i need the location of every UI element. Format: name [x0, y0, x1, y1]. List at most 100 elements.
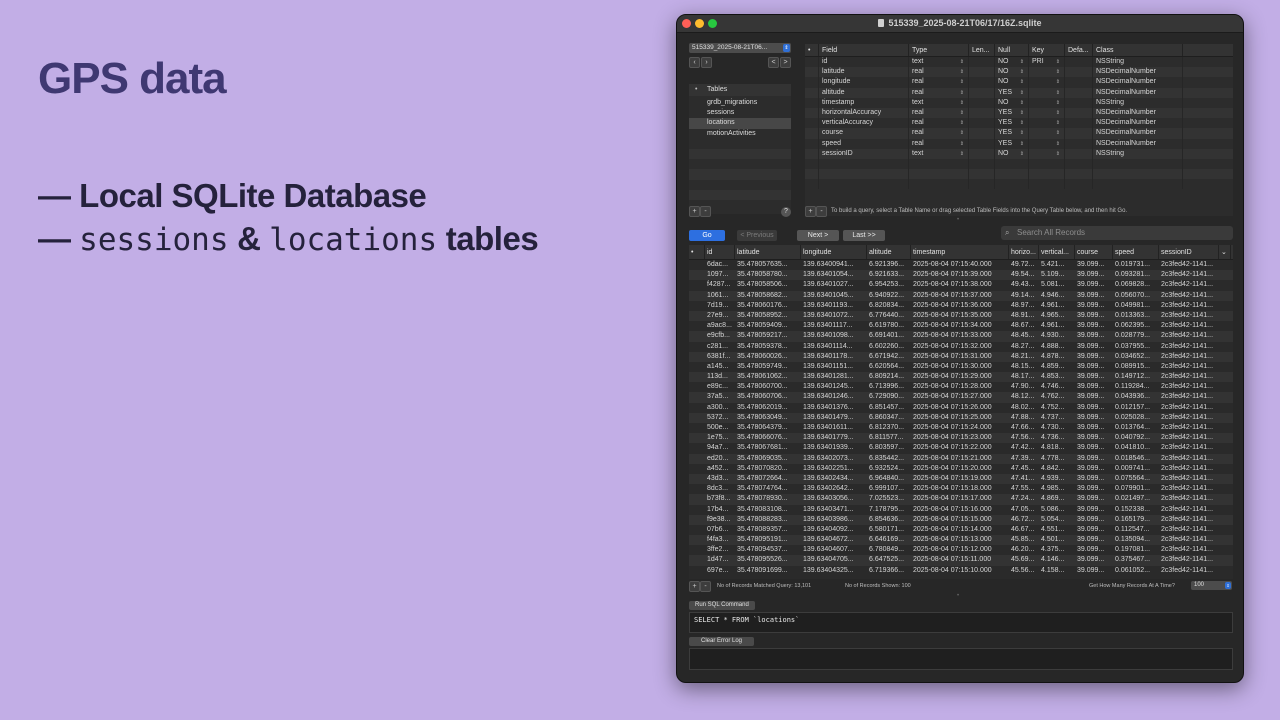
schema-cell[interactable]: longitude — [819, 77, 909, 88]
schema-cell[interactable]: NO ⇕ — [995, 67, 1029, 78]
grid-cell[interactable]: 0.013764... — [1113, 423, 1159, 433]
schema-cell[interactable] — [1093, 169, 1183, 180]
grid-cell[interactable]: 0.037955... — [1113, 342, 1159, 352]
grid-cell[interactable]: 5.086... — [1039, 505, 1075, 515]
schema-cell[interactable]: NSString — [1093, 57, 1183, 68]
grid-cell[interactable]: a452... — [705, 464, 735, 474]
go-button[interactable]: Go — [689, 230, 725, 241]
table-row[interactable]: 500e... 35.478064379... 139.63401611... 6.8… — [689, 423, 1233, 433]
grid-column-header[interactable]: timestamp — [911, 245, 1009, 259]
grid-cell[interactable]: 139.63401117... — [801, 321, 867, 331]
grid-cell[interactable]: 6.780849... — [867, 545, 911, 555]
schema-cell[interactable]: NO ⇕ — [995, 148, 1029, 159]
grid-cell[interactable]: 2025-08-04 07:15:24.000 — [911, 423, 1009, 433]
schema-cell[interactable] — [819, 179, 909, 190]
grid-cell[interactable]: 6.647525... — [867, 555, 911, 565]
grid-cell[interactable]: 0.019731... — [1113, 260, 1159, 270]
grid-cell[interactable]: 139.63404092... — [801, 525, 867, 535]
grid-cell[interactable]: 0.049981... — [1113, 301, 1159, 311]
grid-cell[interactable]: 6.713996... — [867, 382, 911, 392]
grid-cell[interactable]: 35.478083108... — [735, 505, 801, 515]
schema-row[interactable]: course real ⇕ YES ⇕ ⇕ NSDecimalNumber — [805, 128, 1233, 139]
grid-cell[interactable]: 6.835442... — [867, 454, 911, 464]
database-select[interactable]: 515339_2025-08-21T06... ⇕ — [689, 43, 791, 53]
grid-cell[interactable]: 0.062395... — [1113, 321, 1159, 331]
grid-cell[interactable]: 2025-08-04 07:15:33.000 — [911, 331, 1009, 341]
grid-cell[interactable]: 39.099... — [1075, 392, 1113, 402]
grid-cell[interactable]: 39.099... — [1075, 464, 1113, 474]
grid-cell[interactable]: 35.478069035... — [735, 454, 801, 464]
grid-cell[interactable]: 0.056070... — [1113, 291, 1159, 301]
grid-cell[interactable]: 6.812370... — [867, 423, 911, 433]
grid-cell[interactable]: 139.63401245... — [801, 382, 867, 392]
grid-cell[interactable]: 46.20... — [1009, 545, 1039, 555]
schema-cell[interactable]: NSDecimalNumber — [1093, 77, 1183, 88]
grid-cell[interactable]: 6.854636... — [867, 515, 911, 525]
grid-cell[interactable]: c281... — [705, 342, 735, 352]
schema-row[interactable] — [805, 158, 1233, 170]
table-row[interactable]: 6dac... 35.478057635... 139.63400941... 6.9… — [689, 260, 1233, 270]
grid-cell[interactable]: 4.551... — [1039, 525, 1075, 535]
schema-cell[interactable]: real ⇕ — [909, 128, 969, 139]
grid-cell[interactable]: 0.043936... — [1113, 392, 1159, 402]
grid-cell[interactable]: 49.54... — [1009, 270, 1039, 280]
grid-cell[interactable]: 4.375... — [1039, 545, 1075, 555]
schema-cell[interactable] — [969, 179, 995, 190]
grid-cell[interactable]: 7.025523... — [867, 494, 911, 504]
back-button[interactable]: ‹ — [689, 57, 700, 68]
grid-cell[interactable]: 94a7... — [705, 443, 735, 453]
table-row[interactable]: 1097... 35.478058780... 139.63401054... 6.9… — [689, 270, 1233, 281]
schema-cell[interactable] — [1093, 158, 1183, 170]
grid-cell[interactable]: 139.63401045... — [801, 291, 867, 301]
grid-cell[interactable]: 4.965... — [1039, 311, 1075, 321]
grid-cell[interactable]: 39.099... — [1075, 291, 1113, 301]
grid-cell[interactable]: 2025-08-04 07:15:35.000 — [911, 311, 1009, 321]
grid-cell[interactable]: 2c3fed42-1141... — [1159, 413, 1219, 423]
grid-cell[interactable]: 0.089915... — [1113, 362, 1159, 372]
schema-cell[interactable]: ⇕ — [1029, 107, 1065, 119]
grid-cell[interactable]: 2c3fed42-1141... — [1159, 494, 1219, 504]
grid-cell[interactable]: 35.478074764... — [735, 484, 801, 494]
grid-cell[interactable]: 39.099... — [1075, 403, 1113, 413]
add-field-button[interactable]: + — [805, 206, 816, 217]
grid-column-header[interactable]: sessionID — [1159, 245, 1219, 259]
schema-cell[interactable]: latitude — [819, 67, 909, 78]
schema-cell[interactable] — [819, 158, 909, 170]
history-forward-button[interactable]: > — [780, 57, 791, 68]
schema-cell[interactable] — [1065, 138, 1093, 149]
grid-cell[interactable]: 2c3fed42-1141... — [1159, 464, 1219, 474]
grid-cell[interactable]: 2c3fed42-1141... — [1159, 392, 1219, 402]
grid-cell[interactable]: 2025-08-04 07:15:28.000 — [911, 382, 1009, 392]
grid-cell[interactable]: 4.752... — [1039, 403, 1075, 413]
schema-cell[interactable] — [1093, 179, 1183, 190]
grid-cell[interactable]: 2c3fed42-1141... — [1159, 474, 1219, 484]
grid-cell[interactable]: 4.869... — [1039, 494, 1075, 504]
grid-cell[interactable]: 6.619780... — [867, 321, 911, 331]
schema-cell[interactable]: ⇕ — [1029, 128, 1065, 139]
grid-cell[interactable]: 139.63401611... — [801, 423, 867, 433]
grid-cell[interactable]: e89c... — [705, 382, 735, 392]
grid-cell[interactable]: 4.746... — [1039, 382, 1075, 392]
grid-cell[interactable]: 139.63404672... — [801, 535, 867, 545]
grid-cell[interactable]: 39.099... — [1075, 331, 1113, 341]
grid-cell[interactable]: 35.478057635... — [735, 260, 801, 270]
schema-cell[interactable]: NSString — [1093, 148, 1183, 159]
grid-cell[interactable]: 6.940922... — [867, 291, 911, 301]
grid-column-header[interactable]: course — [1075, 245, 1113, 259]
grid-cell[interactable]: 5.421... — [1039, 260, 1075, 270]
grid-cell[interactable]: 35.478078930... — [735, 494, 801, 504]
grid-cell[interactable]: 48.45... — [1009, 331, 1039, 341]
grid-cell[interactable]: 6381f... — [705, 352, 735, 362]
grid-cell[interactable]: 47.42... — [1009, 443, 1039, 453]
schema-cell[interactable]: NSString — [1093, 97, 1183, 108]
grid-cell[interactable]: 4.961... — [1039, 321, 1075, 331]
grid-cell[interactable]: 35.478064379... — [735, 423, 801, 433]
grid-cell[interactable]: 139.63401027... — [801, 280, 867, 290]
schema-cell[interactable] — [969, 158, 995, 170]
grid-cell[interactable]: 47.05... — [1009, 505, 1039, 515]
grid-cell[interactable]: 39.099... — [1075, 484, 1113, 494]
schema-cell[interactable]: ⇕ — [1029, 77, 1065, 88]
remove-record-button[interactable]: - — [700, 581, 711, 592]
table-item[interactable]: grdb_migrations — [689, 98, 791, 108]
grid-cell[interactable]: 0.165179... — [1113, 515, 1159, 525]
